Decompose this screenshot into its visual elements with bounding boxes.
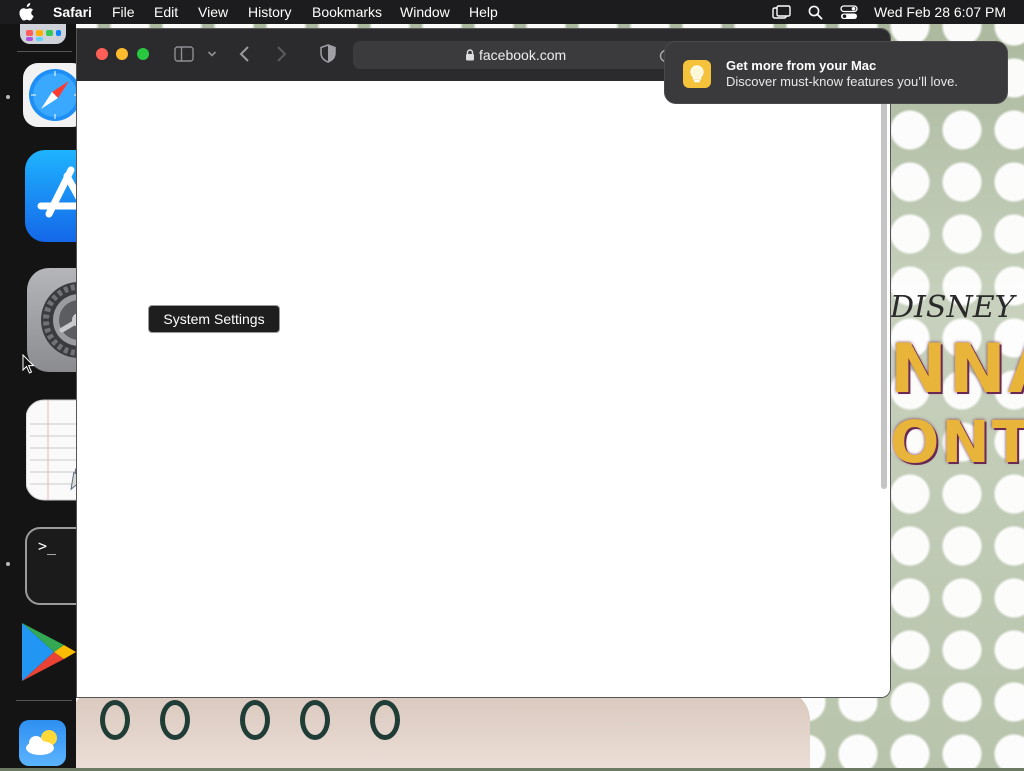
notification-title: Get more from your Mac (726, 58, 877, 73)
control-center-icon[interactable] (840, 5, 858, 20)
launchpad-icon (20, 0, 66, 44)
safari-window: facebook.com (76, 28, 891, 698)
dock-separator (17, 51, 72, 52)
forward-arrow-icon[interactable] (275, 45, 287, 63)
dock: 1 >_ (0, 0, 142, 768)
lock-icon (466, 49, 474, 61)
minimize-window-button[interactable] (116, 48, 128, 60)
menu-history[interactable]: History (248, 4, 292, 20)
close-window-button[interactable] (96, 48, 108, 60)
web-content-area[interactable] (77, 81, 890, 697)
wallpaper-title-line2: ONTA (890, 408, 1024, 476)
tips-icon (683, 60, 711, 88)
address-bar[interactable]: facebook.com (353, 41, 693, 69)
menu-view[interactable]: View (198, 4, 228, 20)
zoom-window-button[interactable] (137, 48, 149, 60)
mouse-pointer-icon (22, 354, 35, 374)
lightbulb-icon (690, 65, 704, 83)
wallpaper-beads (90, 700, 430, 740)
wallpaper-brand-text: DISNEY (890, 290, 1015, 325)
dock-running-indicator (6, 95, 10, 99)
wallpaper-logo: DISNEY NNA ONTA (890, 290, 1024, 490)
wallpaper-title-line1: NNA (890, 330, 1024, 409)
menu-help[interactable]: Help (469, 4, 498, 20)
spotlight-search-icon[interactable] (808, 5, 823, 20)
dock-weather[interactable] (19, 720, 66, 766)
dock-google-play[interactable] (20, 621, 76, 683)
menu-bar: Safari File Edit View History Bookmarks … (0, 0, 1024, 24)
google-play-icon (22, 623, 76, 681)
dock-launchpad[interactable] (20, 0, 66, 44)
chevron-down-icon[interactable] (207, 50, 217, 58)
menu-app-name[interactable]: Safari (53, 4, 92, 20)
notification-banner[interactable]: Get more from your Mac Discover must-kno… (664, 41, 1008, 104)
menu-edit[interactable]: Edit (154, 4, 178, 20)
dock-tooltip: System Settings (148, 305, 280, 333)
menu-file[interactable]: File (112, 4, 135, 20)
screen-mirroring-icon[interactable] (772, 5, 791, 20)
sidebar-toggle-icon[interactable] (174, 46, 194, 62)
dock-separator (16, 700, 72, 701)
vertical-scrollbar[interactable] (881, 89, 887, 489)
back-arrow-icon[interactable] (239, 45, 251, 63)
apple-menu-icon[interactable] (19, 3, 35, 21)
dock-running-indicator (6, 562, 10, 566)
menu-clock[interactable]: Wed Feb 28 6:07 PM (874, 4, 1006, 20)
menu-window[interactable]: Window (400, 4, 450, 20)
svg-text:>_: >_ (38, 537, 57, 555)
notification-body: Discover must-know features you’ll love. (726, 74, 958, 89)
weather-cloud-sun-icon (19, 720, 66, 766)
url-text: facebook.com (479, 47, 567, 63)
privacy-shield-icon[interactable] (320, 44, 336, 63)
menu-bookmarks[interactable]: Bookmarks (312, 4, 382, 20)
